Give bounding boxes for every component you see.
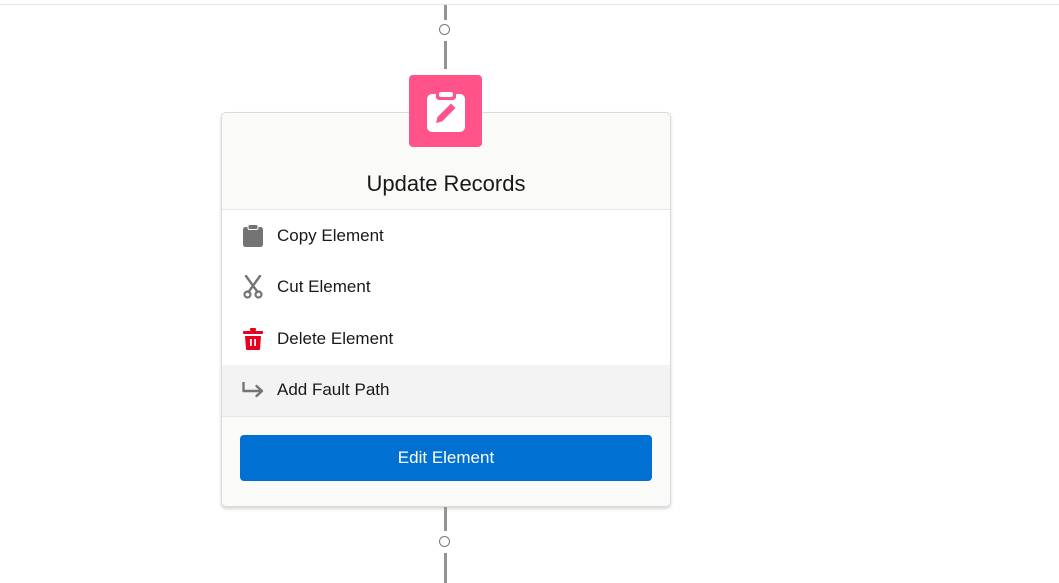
add-element-node-top[interactable] — [439, 24, 450, 35]
connector-line-top — [444, 5, 447, 20]
element-actions-list: Copy Element Cut Element Delete Element … — [222, 210, 670, 416]
cut-element-label: Cut Element — [277, 277, 371, 297]
delete-element-menu-item[interactable]: Delete Element — [222, 313, 670, 365]
add-fault-path-menu-item[interactable]: Add Fault Path — [222, 364, 670, 416]
element-menu-footer: Edit Element — [222, 416, 670, 507]
connector-line-bottom — [444, 507, 447, 531]
element-action-menu: Update Records Copy Element Cut Element … — [221, 112, 671, 507]
edit-element-button[interactable]: Edit Element — [240, 435, 652, 481]
cut-element-menu-item[interactable]: Cut Element — [222, 262, 670, 314]
update-records-element-icon[interactable] — [409, 75, 482, 147]
copy-element-menu-item[interactable]: Copy Element — [222, 210, 670, 262]
add-element-node-bottom[interactable] — [439, 536, 450, 547]
clipboard-icon — [241, 223, 265, 248]
connector-line-bottom-lower — [444, 553, 447, 583]
connector-line-top-lower — [444, 41, 447, 69]
scissors-icon — [241, 275, 265, 299]
canvas-top-border — [0, 4, 1059, 5]
fault-path-arrow-icon — [241, 378, 265, 402]
delete-element-label: Delete Element — [277, 328, 394, 348]
clipboard-edit-icon — [426, 90, 465, 132]
trash-icon — [241, 327, 265, 351]
element-title: Update Records — [366, 171, 526, 196]
copy-element-label: Copy Element — [277, 225, 384, 245]
add-fault-path-label: Add Fault Path — [277, 380, 390, 400]
